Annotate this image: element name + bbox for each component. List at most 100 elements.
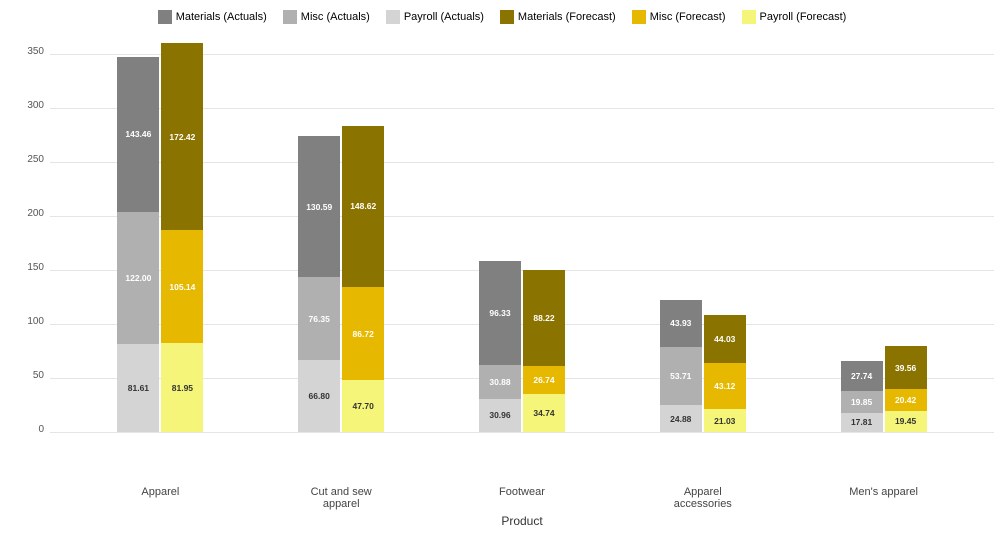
x-tick-label: Footwear: [479, 486, 564, 510]
bar-value-label: 30.96: [489, 410, 510, 420]
x-tick-label: Apparel: [118, 486, 203, 510]
legend-label: Misc (Forecast): [650, 11, 726, 23]
x-tick-label: Men's apparel: [841, 486, 926, 510]
actuals-stack: 17.8119.8527.74: [841, 361, 883, 432]
bar-value-label: 96.33: [489, 308, 510, 318]
bar-segment: 34.74: [523, 394, 565, 432]
x-axis-title: Product: [50, 514, 994, 528]
bar-value-label: 53.71: [670, 371, 691, 381]
bar-segment: 17.81: [841, 413, 883, 432]
bar-segment: 53.71: [660, 347, 702, 405]
bar-value-label: 26.74: [533, 375, 554, 385]
bar-value-label: 19.45: [895, 416, 916, 426]
legend-swatch: [283, 10, 297, 24]
y-tick: 100: [27, 317, 44, 327]
bar-segment: 43.12: [704, 363, 746, 410]
y-tick: 300: [27, 101, 44, 111]
y-tick: 350: [27, 47, 44, 57]
bar-segment: 39.56: [885, 346, 927, 389]
bar-value-label: 66.80: [309, 391, 330, 401]
bar-group: 17.8119.8527.74 19.45 20.42 39.56: [841, 346, 927, 432]
bar-value-label: 81.61: [128, 383, 149, 393]
bar-value-label: 17.81: [851, 417, 872, 427]
bar-segment: 26.74: [523, 366, 565, 395]
y-tick: 150: [27, 263, 44, 273]
legend-label: Payroll (Forecast): [760, 11, 847, 23]
legend-item: Materials (Actuals): [158, 10, 267, 24]
bar-value-label: 86.72: [353, 329, 374, 339]
y-tick: 0: [38, 425, 44, 435]
legend-swatch: [742, 10, 756, 24]
y-tick: 200: [27, 209, 44, 219]
y-tick: 250: [27, 155, 44, 165]
legend-item: Misc (Actuals): [283, 10, 370, 24]
bars-area: 81.61 122.00 143.46 81.95 105.14 172.42 66.80 7…: [50, 32, 994, 432]
actuals-stack: 81.61 122.00 143.46: [117, 57, 159, 432]
bar-value-label: 122.00: [125, 273, 151, 283]
bar-value-label: 43.93: [670, 318, 691, 328]
bar-segment: 81.95: [161, 343, 203, 432]
legend-item: Misc (Forecast): [632, 10, 726, 24]
bar-segment: 21.03: [704, 409, 746, 432]
bar-segment: 88.22: [523, 270, 565, 365]
bar-segment: 24.88: [660, 405, 702, 432]
bar-segment: 66.80: [298, 360, 340, 432]
bar-segment: 47.70: [342, 380, 384, 432]
legend-swatch: [500, 10, 514, 24]
bar-value-label: 47.70: [353, 401, 374, 411]
bar-value-label: 20.42: [895, 395, 916, 405]
bar-segment: 43.93: [660, 300, 702, 347]
bar-value-label: 24.88: [670, 414, 691, 424]
bar-group: 30.96 30.88 96.33 34.74 26.74 88.22: [479, 261, 565, 432]
bar-value-label: 130.59: [306, 202, 332, 212]
bar-segment: 30.96: [479, 399, 521, 432]
bar-segment: 81.61: [117, 344, 159, 432]
bar-value-label: 143.46: [125, 129, 151, 139]
bar-value-label: 76.35: [309, 314, 330, 324]
bar-segment: 27.74: [841, 361, 883, 391]
legend-swatch: [386, 10, 400, 24]
x-axis-area: ApparelCut and sew apparelFootwearAppare…: [50, 486, 994, 510]
legend-label: Payroll (Actuals): [404, 11, 484, 23]
bar-segment: 76.35: [298, 277, 340, 360]
legend-item: Payroll (Actuals): [386, 10, 484, 24]
bar-segment: 20.42: [885, 389, 927, 411]
bar-value-label: 21.03: [714, 416, 735, 426]
chart-inner: 81.61 122.00 143.46 81.95 105.14 172.42 66.80 7…: [50, 32, 994, 432]
bar-value-label: 81.95: [172, 383, 193, 393]
legend-label: Materials (Actuals): [176, 11, 267, 23]
bar-value-label: 172.42: [169, 132, 195, 142]
bar-segment: 96.33: [479, 261, 521, 365]
y-axis: 350 300 250 200 150 100 50 0: [10, 32, 50, 432]
legend-label: Misc (Actuals): [301, 11, 370, 23]
bar-value-label: 34.74: [533, 408, 554, 418]
bar-segment: 143.46: [117, 57, 159, 212]
forecast-stack: 47.7086.72148.62: [342, 126, 384, 432]
bar-segment: 105.14: [161, 230, 203, 344]
x-tick-label: Apparel accessories: [660, 486, 745, 510]
bar-value-label: 105.14: [169, 282, 195, 292]
bar-segment: 130.59: [298, 136, 340, 277]
bar-value-label: 88.22: [533, 313, 554, 323]
forecast-stack: 19.45 20.42 39.56: [885, 346, 927, 432]
legend-item: Materials (Forecast): [500, 10, 616, 24]
bar-segment: 86.72: [342, 287, 384, 381]
bar-group: 81.61 122.00 143.46 81.95 105.14 172.42: [117, 43, 203, 432]
legend-swatch: [158, 10, 172, 24]
chart-container: Materials (Actuals) Misc (Actuals) Payroll…: [0, 0, 1004, 538]
forecast-stack: 81.95 105.14 172.42: [161, 43, 203, 432]
bar-value-label: 39.56: [895, 363, 916, 373]
bar-value-label: 43.12: [714, 381, 735, 391]
bar-segment: 172.42: [161, 43, 203, 229]
legend-item: Payroll (Forecast): [742, 10, 847, 24]
y-tick: 50: [33, 371, 44, 381]
bar-segment: 44.03: [704, 315, 746, 363]
bar-value-label: 30.88: [489, 377, 510, 387]
actuals-stack: 66.80 76.35 130.59: [298, 136, 340, 432]
bar-group: 24.88 53.71 43.93 21.03 43.12 44.03: [660, 300, 746, 432]
chart-area: 350300250200150100500 81.61122.00143.468…: [10, 32, 994, 482]
bar-group: 66.8076.35130.5947.7086.72148.62: [298, 126, 384, 432]
bar-segment: 19.45: [885, 411, 927, 432]
actuals-stack: 30.96 30.88 96.33: [479, 261, 521, 432]
bar-segment: 122.00: [117, 212, 159, 344]
